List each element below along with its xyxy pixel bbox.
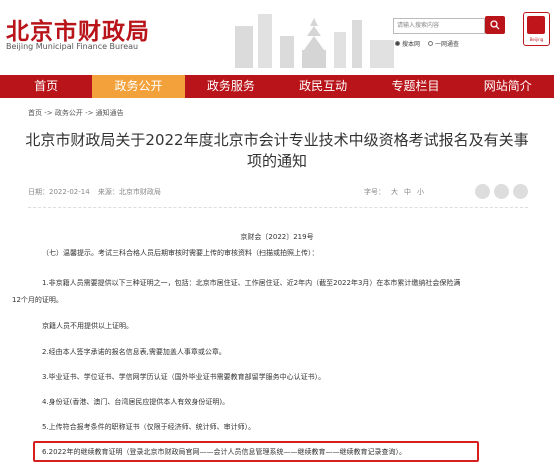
- share-buttons: [475, 184, 528, 199]
- wechat-share-icon[interactable]: [475, 184, 490, 199]
- site-header: 北京市财政局 Beijing Municipal Finance Bureau …: [0, 0, 554, 72]
- article-date: 日期：2022-02-14: [28, 188, 90, 196]
- paragraph-item-4: 4.身份证(香港、澳门、台湾居民应提供本人有效身份证明)。: [42, 398, 230, 406]
- font-size-small[interactable]: 小: [417, 188, 424, 196]
- temple-of-heaven-skyline: [235, 14, 394, 68]
- nav-item-government-affairs[interactable]: 政务公开: [92, 75, 185, 98]
- site-logo-english: Beijing Municipal Finance Bureau: [6, 42, 139, 51]
- search-icon: [490, 20, 500, 30]
- beijing-finance-seal-logo[interactable]: Beijing: [523, 12, 550, 46]
- page-title: 北京市财政局关于2022年度北京市会计专业技术中级资格考试报名及有关事项的通知: [25, 131, 529, 170]
- paragraph-item-1-cont: 12个月的证明。: [12, 296, 63, 304]
- print-icon[interactable]: [513, 184, 528, 199]
- paragraph-item-1: 1.非京籍人员需要提供以下三种证明之一，包括：北京市居住证、工作居住证、近2年内…: [42, 279, 461, 287]
- font-size-label: 字号：: [364, 188, 385, 196]
- search-input[interactable]: 请输入搜索内容: [393, 18, 485, 34]
- nav-item-home[interactable]: 首页: [0, 75, 92, 98]
- nav-item-public-interaction[interactable]: 政民互动: [277, 75, 369, 98]
- paragraph-item-5: 5.上传符合报考条件的职称证书（仅限于经济师、统计师、审计师）。: [42, 423, 256, 431]
- paragraph-notice: （七）温馨提示。考试三科合格人员后期审核时需要上传的审核资料（扫描或拍照上传）：: [42, 249, 319, 257]
- weibo-share-icon[interactable]: [494, 184, 509, 199]
- seal-text: Beijing: [529, 37, 544, 42]
- paragraph-beijing: 京籍人员不用提供以上证明。: [42, 322, 133, 330]
- highlight-box: [33, 441, 479, 462]
- article-meta: 日期：2022-02-14 来源：北京市财政局: [28, 187, 167, 197]
- font-size-large[interactable]: 大: [391, 188, 398, 196]
- breadcrumb[interactable]: 首页 -> 政务公开 -> 通知通告: [28, 108, 124, 118]
- search-scope-all[interactable]: 一网通查: [428, 39, 459, 48]
- paragraph-item-3: 3.毕业证书、学位证书、学信网学历认证（国外毕业证书需要教育部留学服务中心认证书…: [42, 373, 326, 381]
- article-source: 来源：北京市财政局: [97, 188, 161, 196]
- divider: [28, 207, 528, 208]
- seal-emblem-icon: [527, 16, 545, 34]
- radio-dot-icon: [428, 41, 434, 46]
- main-nav: 首页 政务公开 政务服务 政民互动 专题栏目 网站简介: [0, 75, 554, 98]
- search-scope-site[interactable]: 搜本网: [395, 39, 420, 48]
- document-number: 京财会〔2022〕219号: [240, 233, 314, 241]
- font-size-medium[interactable]: 中: [404, 188, 411, 196]
- search-button[interactable]: [485, 16, 505, 34]
- paragraph-item-2: 2.经由本人签字承诺的报名信息表,需要加盖人事章或公章。: [42, 348, 226, 356]
- nav-item-about[interactable]: 网站简介: [462, 75, 554, 98]
- font-size-controls: 字号： 大中小: [358, 187, 424, 197]
- nav-item-special-topics[interactable]: 专题栏目: [369, 75, 461, 98]
- search-scope: 搜本网 一网通查: [395, 39, 459, 48]
- nav-item-government-services[interactable]: 政务服务: [185, 75, 277, 98]
- site-logo[interactable]: 北京市财政局: [6, 12, 150, 46]
- radio-dot-icon: [395, 41, 400, 46]
